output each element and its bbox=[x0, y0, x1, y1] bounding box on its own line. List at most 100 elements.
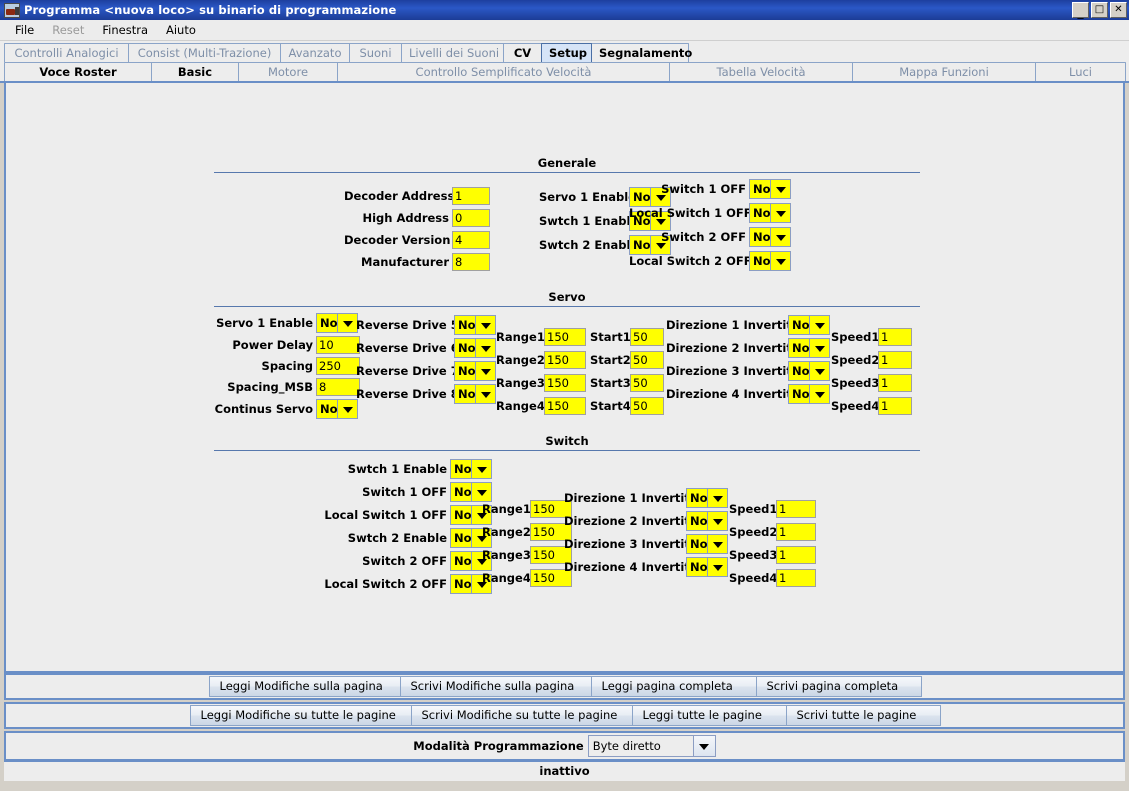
reverse-drive-8-select[interactable]: No bbox=[454, 384, 496, 404]
start1-input[interactable]: 50 bbox=[630, 328, 664, 346]
button-scrivi-tutte-le-pagine[interactable]: Scrivi tutte le pagine bbox=[785, 705, 941, 726]
spacing-input[interactable]: 250 bbox=[316, 357, 360, 375]
start2-input[interactable]: 50 bbox=[630, 351, 664, 369]
tab-cv[interactable]: CV bbox=[503, 43, 542, 62]
reverse-drive-5-select[interactable]: No bbox=[454, 315, 496, 335]
range4-input[interactable]: 150 bbox=[544, 397, 586, 415]
reverse-drive-7-value: No bbox=[455, 362, 476, 380]
label-switch-1-off: Switch 1 OFF bbox=[661, 182, 746, 196]
direzione-1-invertita-select[interactable]: No bbox=[788, 315, 830, 335]
tab-segnalamento[interactable]: Segnalamento bbox=[591, 43, 692, 62]
chevron-down-icon[interactable] bbox=[707, 489, 727, 507]
direzione-2-invertita-select[interactable]: No bbox=[788, 338, 830, 358]
chevron-down-icon[interactable] bbox=[707, 535, 727, 553]
chevron-down-icon[interactable] bbox=[809, 316, 829, 334]
chevron-down-icon[interactable] bbox=[770, 180, 790, 198]
label-start4: Start4 bbox=[590, 399, 631, 413]
chevron-down-icon[interactable] bbox=[707, 558, 727, 576]
menu-aiuto[interactable]: Aiuto bbox=[157, 21, 205, 39]
chevron-down-icon[interactable] bbox=[692, 736, 715, 756]
power-delay-input[interactable]: 10 bbox=[316, 336, 360, 354]
chevron-down-icon[interactable] bbox=[337, 400, 357, 418]
tab-voce-roster[interactable]: Voce Roster bbox=[4, 62, 152, 81]
swtch-1-enable-select[interactable]: No bbox=[450, 459, 492, 479]
local-switch-2-off-select[interactable]: No bbox=[749, 251, 791, 271]
high-address-input[interactable]: 0 bbox=[452, 209, 490, 227]
button-scrivi-modifiche-su-tutte-le-pagine[interactable]: Scrivi Modifiche su tutte le pagine bbox=[410, 705, 633, 726]
label-swtch-1-enable: Swtch 1 Enable bbox=[539, 214, 639, 228]
servo-1-enable-select[interactable]: No bbox=[316, 313, 358, 333]
label-range4: Range4 bbox=[482, 571, 531, 585]
programming-mode-select[interactable]: Byte diretto bbox=[587, 735, 716, 757]
tab-setup[interactable]: Setup bbox=[541, 43, 592, 62]
chevron-down-icon[interactable] bbox=[337, 314, 357, 332]
menu-file[interactable]: File bbox=[6, 21, 43, 39]
chevron-down-icon[interactable] bbox=[770, 252, 790, 270]
chevron-down-icon[interactable] bbox=[475, 316, 495, 334]
label-reverse-drive-7: Reverse Drive 7 bbox=[356, 364, 459, 378]
speed4-input[interactable]: 1 bbox=[776, 569, 816, 587]
range1-input[interactable]: 150 bbox=[544, 328, 586, 346]
reverse-drive-6-select[interactable]: No bbox=[454, 338, 496, 358]
switch-1-off-select[interactable]: No bbox=[450, 482, 492, 502]
range2-input[interactable]: 150 bbox=[544, 351, 586, 369]
tab-label: Voce Roster bbox=[39, 65, 117, 79]
button-leggi-modifiche-sulla-pagina[interactable]: Leggi Modifiche sulla pagina bbox=[208, 676, 401, 697]
button-scrivi-modifiche-sulla-pagina[interactable]: Scrivi Modifiche sulla pagina bbox=[399, 676, 592, 697]
direzione-3-invertita-select[interactable]: No bbox=[788, 361, 830, 381]
label-start1: Start1 bbox=[590, 330, 631, 344]
chevron-down-icon[interactable] bbox=[809, 362, 829, 380]
speed2-input[interactable]: 1 bbox=[776, 523, 816, 541]
spacing-msb-input[interactable]: 8 bbox=[316, 378, 360, 396]
tab-basic[interactable]: Basic bbox=[151, 62, 239, 81]
direzione-2-invertita-select[interactable]: No bbox=[686, 511, 728, 531]
local-switch-1-off-select[interactable]: No bbox=[749, 203, 791, 223]
chevron-down-icon[interactable] bbox=[471, 460, 491, 478]
chevron-down-icon[interactable] bbox=[471, 483, 491, 501]
chevron-down-icon[interactable] bbox=[809, 339, 829, 357]
switch-1-off-select[interactable]: No bbox=[749, 179, 791, 199]
direzione-3-invertita-select[interactable]: No bbox=[686, 534, 728, 554]
direzione-1-invertita-select[interactable]: No bbox=[686, 488, 728, 508]
button-leggi-tutte-le-pagine[interactable]: Leggi tutte le pagine bbox=[631, 705, 787, 726]
switch-2-off-select[interactable]: No bbox=[749, 227, 791, 247]
field-row: Direzione 3 Invertita No bbox=[666, 361, 830, 381]
manufacturer-input[interactable]: 8 bbox=[452, 253, 490, 271]
speed1-input[interactable]: 1 bbox=[878, 328, 912, 346]
decoder-address-input[interactable]: 1 bbox=[452, 187, 490, 205]
reverse-drive-7-select[interactable]: No bbox=[454, 361, 496, 381]
continus-servo-select[interactable]: No bbox=[316, 399, 358, 419]
start4-input[interactable]: 50 bbox=[630, 397, 664, 415]
button-scrivi-pagina-completa[interactable]: Scrivi pagina completa bbox=[755, 676, 922, 697]
servo-column-3: Range1 150 Range2 150 Range3 150 Range4 150 bbox=[496, 328, 586, 420]
tab-label: Suoni bbox=[359, 46, 392, 60]
label-manufacturer: Manufacturer bbox=[361, 255, 449, 269]
chevron-down-icon[interactable] bbox=[707, 512, 727, 530]
chevron-down-icon[interactable] bbox=[770, 204, 790, 222]
minimize-button[interactable]: _ bbox=[1072, 2, 1089, 19]
speed3-input[interactable]: 1 bbox=[878, 374, 912, 392]
tab-avanzato: Avanzato bbox=[280, 43, 350, 62]
range3-input[interactable]: 150 bbox=[544, 374, 586, 392]
direzione-4-invertita-select[interactable]: No bbox=[686, 557, 728, 577]
field-row: Spacing_MSB 8 bbox=[214, 378, 360, 396]
start3-input[interactable]: 50 bbox=[630, 374, 664, 392]
chevron-down-icon[interactable] bbox=[475, 362, 495, 380]
speed1-input[interactable]: 1 bbox=[776, 500, 816, 518]
decoder-version-input[interactable]: 4 bbox=[452, 231, 490, 249]
chevron-down-icon[interactable] bbox=[770, 228, 790, 246]
label-power-delay: Power Delay bbox=[232, 338, 313, 352]
button-leggi-pagina-completa[interactable]: Leggi pagina completa bbox=[590, 676, 757, 697]
maximize-button[interactable]: □ bbox=[1091, 2, 1108, 18]
local-switch-2-off-value: No bbox=[451, 575, 472, 593]
menu-finestra[interactable]: Finestra bbox=[93, 21, 157, 39]
chevron-down-icon[interactable] bbox=[475, 385, 495, 403]
speed3-input[interactable]: 1 bbox=[776, 546, 816, 564]
button-leggi-modifiche-su-tutte-le-pagine[interactable]: Leggi Modifiche su tutte le pagine bbox=[189, 705, 412, 726]
chevron-down-icon[interactable] bbox=[475, 339, 495, 357]
speed2-input[interactable]: 1 bbox=[878, 351, 912, 369]
direzione-4-invertita-select[interactable]: No bbox=[788, 384, 830, 404]
close-button[interactable]: ✕ bbox=[1110, 2, 1127, 18]
chevron-down-icon[interactable] bbox=[809, 385, 829, 403]
speed4-input[interactable]: 1 bbox=[878, 397, 912, 415]
